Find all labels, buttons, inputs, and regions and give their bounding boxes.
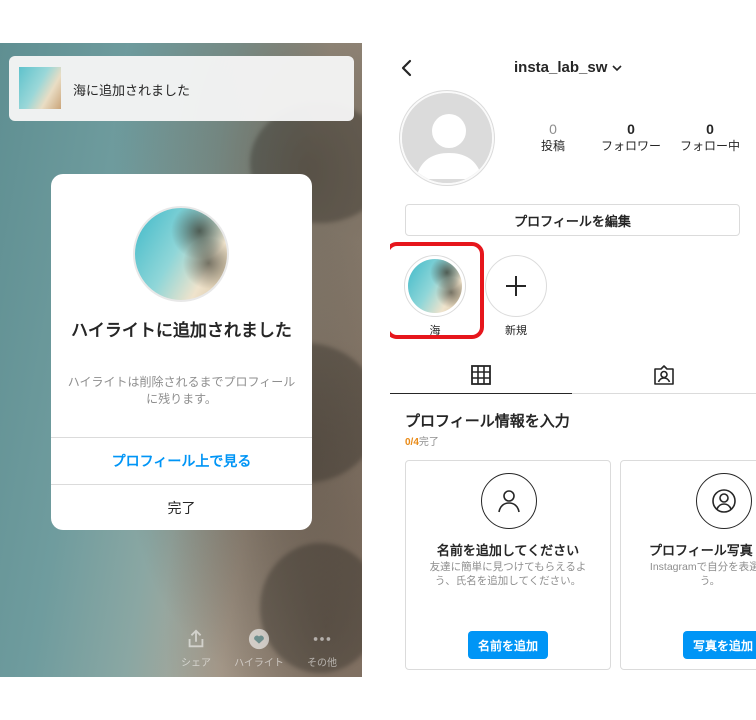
profile-panel: insta_lab_sw 0 投稿 0 フォロワー 0 フォロー中 プロフィール…: [390, 43, 756, 677]
highlight-tool[interactable]: ハイライト: [229, 628, 289, 669]
add-name-card: 名前を追加してください 友達に簡単に見つけてもらえるよう、氏名を追加してください…: [405, 460, 611, 670]
posts-count: 0: [549, 121, 557, 137]
grid-icon: [471, 364, 491, 385]
posts-label: 投稿: [540, 139, 565, 153]
plus-icon: [506, 276, 526, 296]
dialog-description: ハイライトは削除されるまでプロフィールに残ります。: [67, 375, 296, 406]
progress-count: 0/4: [405, 437, 419, 448]
highlight-thumbnail: [19, 67, 61, 109]
edit-profile-button[interactable]: プロフィールを編集: [405, 204, 740, 236]
username: insta_lab_sw: [514, 59, 608, 76]
share-icon: [188, 629, 204, 648]
highlight-label: ハイライト: [234, 658, 284, 669]
back-chevron-icon[interactable]: [398, 59, 416, 77]
progress-suffix: 完了: [418, 437, 439, 448]
story-highlight-panel: 海に追加されました ハイライトに追加されました ハイライトは削除されるまでプロフ…: [0, 43, 362, 677]
following-label: フォロー中: [679, 139, 740, 153]
more-tool[interactable]: その他: [292, 628, 352, 669]
new-highlight-item[interactable]: 新規: [484, 255, 548, 338]
followers-stat[interactable]: 0 フォロワー: [596, 121, 666, 155]
followers-count: 0: [627, 121, 635, 137]
chevron-down-icon: [612, 64, 622, 71]
heart-icon: [248, 628, 270, 650]
done-button[interactable]: 完了: [51, 484, 312, 530]
following-count: 0: [706, 121, 714, 137]
share-tool[interactable]: シェア: [166, 628, 226, 669]
highlight-item[interactable]: 海: [403, 255, 467, 338]
more-label: その他: [307, 658, 337, 669]
following-stat[interactable]: 0 フォロー中: [675, 121, 745, 155]
card-description: Instagramで自分を表選ぼう。: [649, 561, 756, 587]
share-label: シェア: [181, 658, 211, 669]
posts-stat[interactable]: 0 投稿: [538, 121, 568, 155]
new-highlight-circle: [485, 255, 547, 317]
tab-tagged[interactable]: [572, 356, 756, 394]
highlight-cover-image: [408, 259, 462, 313]
more-icon: [313, 637, 331, 641]
highlight-cover-image: [133, 206, 229, 302]
story-bottom-toolbar: シェア ハイライト その他: [0, 628, 362, 673]
default-avatar-icon: [402, 93, 492, 183]
new-highlight-label: 新規: [505, 325, 527, 337]
add-photo-card: プロフィール写真 Instagramで自分を表選ぼう。 写真を追加: [620, 460, 756, 670]
card-title: 名前を追加してください: [436, 543, 580, 558]
profile-progress: 0/4完了: [405, 433, 439, 448]
view-on-profile-button[interactable]: プロフィール上で見る: [51, 437, 312, 484]
highlight-label: 海: [429, 325, 441, 337]
tab-grid[interactable]: [390, 356, 572, 394]
person-icon: [481, 473, 537, 529]
card-title: プロフィール写真: [649, 543, 753, 558]
profile-info-title: プロフィール情報を入力: [405, 413, 570, 430]
added-to-highlight-dialog: ハイライトに追加されました ハイライトは削除されるまでプロフィールに残ります。 …: [51, 174, 312, 530]
followers-label: フォロワー: [600, 139, 661, 153]
toast-text: 海に追加されました: [73, 83, 191, 98]
tagged-person-icon: [654, 365, 674, 385]
add-name-button[interactable]: 名前を追加: [468, 631, 548, 659]
add-photo-button[interactable]: 写真を追加: [683, 631, 756, 659]
added-toast[interactable]: 海に追加されました: [9, 56, 354, 121]
highlight-circle: [404, 255, 466, 317]
dialog-title: ハイライトに追加されました: [71, 321, 292, 340]
person-circle-icon: [696, 473, 752, 529]
card-description: 友達に簡単に見つけてもらえるよう、氏名を追加してください。: [429, 561, 587, 587]
profile-avatar[interactable]: [400, 91, 494, 185]
account-switcher[interactable]: insta_lab_sw: [514, 59, 623, 76]
profile-tabs: [390, 356, 756, 394]
